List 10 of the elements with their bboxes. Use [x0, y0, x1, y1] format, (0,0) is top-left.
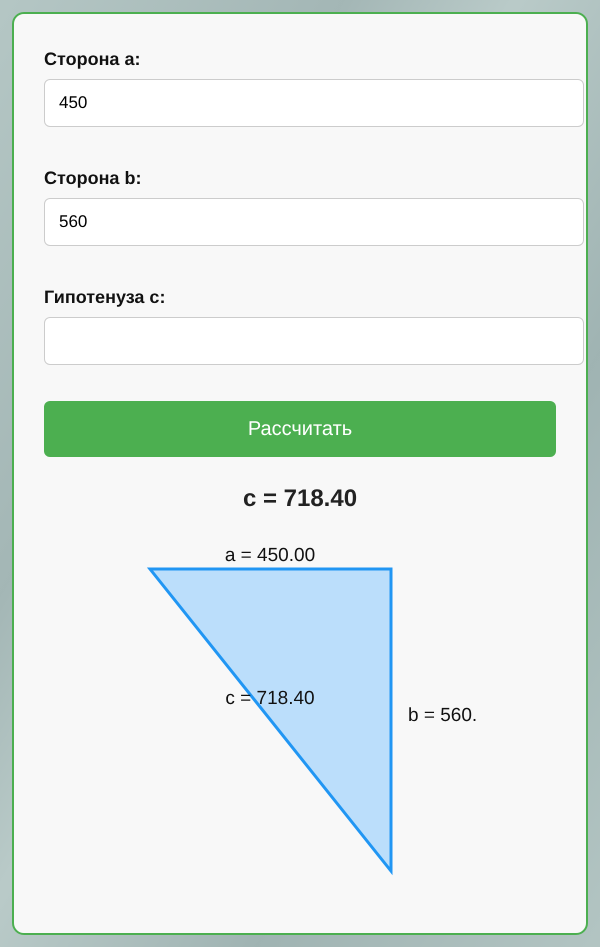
hypotenuse-label: c = 718.40: [225, 688, 315, 709]
result-text: c = 718.40: [242, 484, 358, 514]
field-label: Сторона a:: [44, 48, 142, 70]
input-field[interactable]: [44, 317, 584, 365]
field-label: Сторона b:: [44, 167, 142, 189]
field-label: Гипотенуза c:: [44, 286, 166, 308]
input-field[interactable]: 450: [44, 79, 584, 127]
side-b-label: b = 560.: [408, 705, 478, 726]
input-field[interactable]: 560: [44, 198, 584, 246]
side-a-label: a = 450.00: [224, 545, 316, 566]
